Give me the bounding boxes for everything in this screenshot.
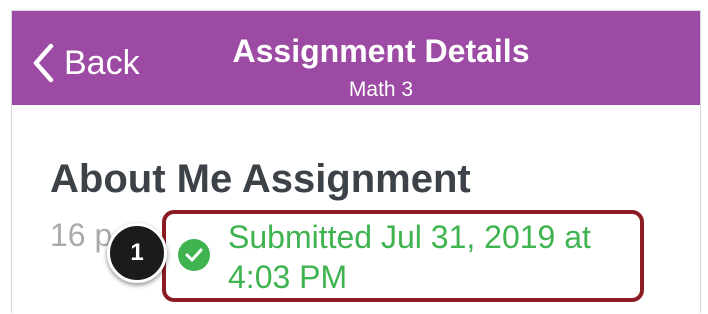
- points-label: 16 p: [50, 217, 113, 253]
- app-screen: Back Assignment Details Math 3 About Me …: [11, 10, 701, 313]
- course-subtitle: Math 3: [348, 78, 414, 101]
- back-button[interactable]: Back: [32, 41, 140, 85]
- page-title: Assignment Details: [232, 33, 530, 69]
- back-label[interactable]: Back: [64, 46, 140, 80]
- submission-status: Submitted Jul 31, 2019 at 4:03 PM: [228, 219, 591, 295]
- checkmark-circle-icon: [178, 239, 210, 271]
- callout-badge: 1: [107, 223, 167, 283]
- assignment-title: About Me Assignment: [50, 157, 471, 201]
- chevron-left-icon: [33, 43, 54, 83]
- navigation-bar: Back Assignment Details Math 3: [12, 11, 700, 105]
